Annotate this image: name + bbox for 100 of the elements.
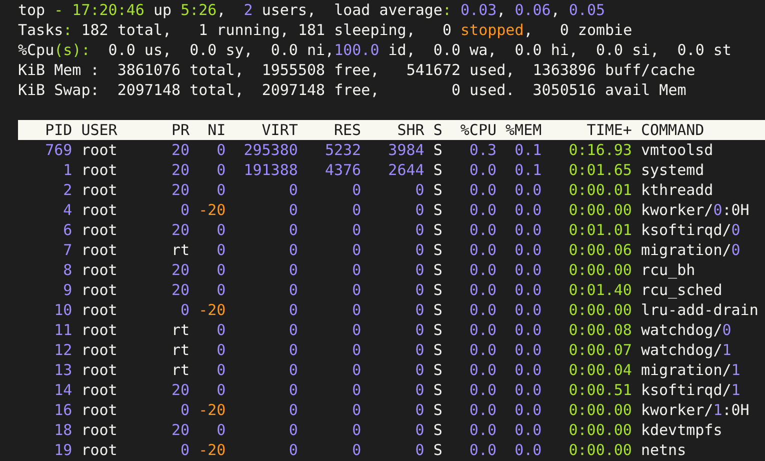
table-cell: 13	[54, 361, 72, 379]
table-cell: 20	[171, 221, 190, 239]
table-cell: 0	[180, 401, 190, 419]
table-cell: 0	[352, 341, 362, 359]
table-cell: 4	[63, 201, 72, 219]
table-cell: 0	[216, 281, 226, 299]
table-cell: 0	[288, 361, 298, 379]
table-cell: root	[81, 381, 118, 399]
table-cell: 10	[54, 301, 72, 319]
table-cell: 0:16.93	[568, 141, 632, 159]
table-cell: 14	[54, 381, 72, 399]
table-cell: S	[433, 341, 442, 359]
table-cell: 0.0	[469, 181, 497, 199]
table-cell: root	[81, 281, 118, 299]
table-cell: kworker/1:0H	[640, 401, 750, 419]
table-cell: 0.0	[469, 161, 497, 179]
table-cell: 295380	[244, 141, 298, 159]
table-cell: 0.0	[514, 201, 542, 219]
table-cell: 0.0	[469, 201, 497, 219]
table-cell: 0	[415, 301, 424, 319]
table-cell: root	[81, 321, 118, 339]
table-cell: 191388	[244, 161, 298, 179]
table-cell: rt	[171, 341, 190, 359]
table-cell: watchdog/1	[640, 341, 732, 359]
table-cell: 0	[180, 201, 190, 219]
table-cell: 0:00.08	[568, 321, 632, 339]
table-cell: rcu_bh	[640, 261, 696, 279]
table-cell: 0	[216, 361, 226, 379]
table-cell: 8	[63, 261, 72, 279]
table-cell: 0.0	[469, 241, 497, 259]
table-cell: 0:00.07	[568, 341, 632, 359]
table-cell: 0	[352, 201, 362, 219]
table-cell: 0	[415, 201, 424, 219]
table-cell: 19	[54, 441, 72, 459]
table-cell: 0	[352, 381, 362, 399]
table-cell: 0	[216, 161, 226, 179]
table-cell: 0	[288, 381, 298, 399]
table-cell: kworker/0:0H	[640, 201, 750, 219]
table-cell: 0	[216, 181, 226, 199]
summary-line: KiB Swap: 2097148 total, 2097148 free, 0 used. 3050516 avail Mem	[18, 80, 686, 100]
table-cell: 0	[288, 201, 298, 219]
column-header: USER	[81, 121, 118, 139]
table-cell: S	[433, 361, 442, 379]
table-cell: S	[433, 381, 442, 399]
table-cell: S	[433, 401, 442, 419]
table-cell: 0	[415, 261, 424, 279]
column-header: COMMAND	[640, 121, 704, 139]
table-cell: 16	[54, 401, 72, 419]
table-cell: 2	[63, 181, 72, 199]
table-cell: root	[81, 441, 118, 459]
column-header: PR	[171, 121, 190, 139]
table-cell: 20	[171, 181, 190, 199]
column-header: S	[433, 121, 442, 139]
table-cell: 0.0	[514, 221, 542, 239]
table-cell: 20	[171, 141, 190, 159]
table-cell: S	[433, 161, 442, 179]
table-cell: 0:00.00	[568, 401, 632, 419]
table-cell: 0.0	[514, 381, 542, 399]
table-cell: 18	[54, 421, 72, 439]
table-cell: 0	[415, 361, 424, 379]
summary-line: top - 17:20:46 up 5:26, 2 users, load average: 0.03, 0.06, 0.05	[18, 0, 606, 20]
table-cell: -20	[198, 441, 226, 459]
summary-line: Tasks: 182 total, 1 running, 181 sleeping, 0 stopped, 0 zombie	[18, 20, 632, 40]
table-cell: root	[81, 221, 118, 239]
table-cell: 0	[352, 241, 362, 259]
table-cell: 0.0	[514, 241, 542, 259]
table-cell: 0	[288, 241, 298, 259]
table-cell: 0	[216, 141, 226, 159]
table-cell: 0	[415, 381, 424, 399]
table-cell: 0:00.00	[568, 201, 632, 219]
table-cell: 0	[352, 401, 362, 419]
table-cell: S	[433, 221, 442, 239]
table-cell: 0	[352, 441, 362, 459]
table-cell: 0.3	[469, 141, 497, 159]
table-cell: 0	[216, 381, 226, 399]
table-cell: 0	[216, 241, 226, 259]
table-cell: 0	[216, 421, 226, 439]
table-cell: 0.0	[514, 261, 542, 279]
table-cell: -20	[198, 401, 226, 419]
column-header: SHR	[397, 121, 424, 139]
table-cell: root	[81, 161, 118, 179]
table-cell: 769	[45, 141, 72, 159]
table-cell: 0.0	[514, 361, 542, 379]
table-cell: migration/1	[640, 361, 740, 379]
table-cell: 0	[288, 281, 298, 299]
summary-line: %Cpu(s): 0.0 us, 0.0 sy, 0.0 ni,100.0 id, 0.0 wa, 0.0 hi, 0.0 si, 0.0 st	[18, 40, 732, 60]
table-cell: S	[433, 141, 442, 159]
table-cell: 0	[352, 181, 362, 199]
table-cell: 0	[352, 421, 362, 439]
table-cell: 0	[288, 301, 298, 319]
table-cell: root	[81, 401, 118, 419]
table-cell: S	[433, 441, 442, 459]
table-cell: 0	[216, 321, 226, 339]
table-cell: 0.0	[514, 401, 542, 419]
table-cell: S	[433, 281, 442, 299]
column-header: TIME+	[586, 121, 632, 139]
table-cell: 0.0	[469, 281, 497, 299]
table-cell: 0.0	[514, 441, 542, 459]
table-cell: S	[433, 301, 442, 319]
table-cell: 0	[288, 221, 298, 239]
